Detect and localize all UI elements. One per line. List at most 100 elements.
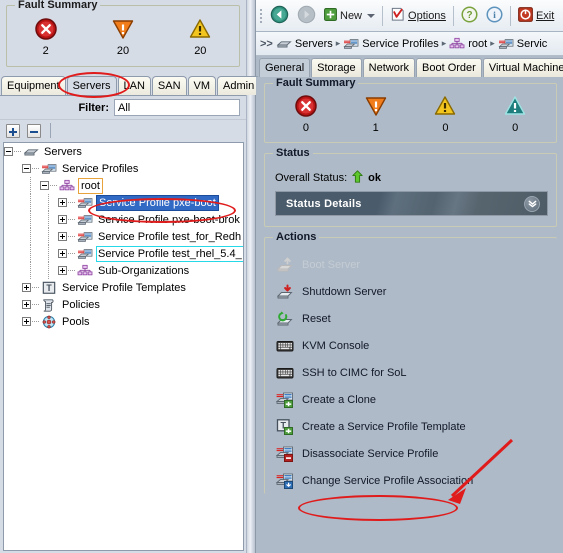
tree-indent (22, 194, 40, 211)
toolbar-grip[interactable] (258, 7, 264, 25)
tree-item-service-profile-pxe-boot-brok[interactable]: Service Profile pxe-boot-brok (4, 211, 243, 228)
tab-storage[interactable]: Storage (311, 58, 362, 77)
exit-button[interactable]: Exit (514, 5, 558, 27)
toolbar-separator-2 (452, 5, 454, 26)
right-fault-warning-count: 0 (512, 122, 519, 134)
status-details-bar[interactable]: Status Details (275, 191, 548, 216)
chevron-down-icon[interactable] (524, 195, 540, 212)
right-fault-warning[interactable]: 0 (480, 94, 550, 134)
filter-input[interactable] (114, 99, 240, 116)
right-fault-major[interactable]: 1 (341, 94, 411, 134)
tab-equipment[interactable]: Equipment (1, 76, 66, 95)
tree-expand-icon[interactable] (58, 266, 67, 275)
service-profile-icon (40, 162, 57, 176)
tree-indent (22, 245, 40, 262)
tree-item-policies[interactable]: Policies (4, 296, 243, 313)
action-label: Change Service Profile Association (302, 474, 474, 487)
action-boot-server: Boot Server (275, 251, 551, 278)
tree-connector (32, 279, 40, 296)
breadcrumb-prefix[interactable]: >> (260, 38, 273, 50)
info-button[interactable]: i (482, 4, 507, 28)
tree-item-label: Policies (62, 298, 100, 311)
left-fault-minor[interactable]: 20 (162, 17, 239, 57)
tree-expand-icon[interactable] (58, 232, 67, 241)
breadcrumb-segment[interactable]: Servic (498, 37, 547, 51)
tab-lan[interactable]: LAN (117, 76, 151, 95)
action-change-service-profile-association[interactable]: Change Service Profile Association (275, 467, 551, 494)
forward-button (293, 3, 320, 29)
action-create-a-clone[interactable]: Create a Clone (275, 386, 551, 413)
tree-expand-icon[interactable] (22, 317, 31, 326)
new-button[interactable]: New (320, 6, 379, 26)
options-icon (390, 7, 405, 25)
tab-vm[interactable]: VM (187, 76, 217, 95)
help-icon: ? (461, 5, 478, 26)
tree-item-root[interactable]: root (4, 177, 243, 194)
tree-collapse-icon[interactable] (22, 164, 31, 173)
tree-expand-icon[interactable] (22, 283, 31, 292)
action-shutdown-server[interactable]: Shutdown Server (275, 278, 551, 305)
tree-connector (32, 160, 40, 177)
tree-item-sub-organizations[interactable]: Sub-Organizations (4, 262, 243, 279)
tab-virtual-machines[interactable]: Virtual Machines (482, 58, 563, 77)
left-fault-critical[interactable]: 2 (7, 17, 84, 57)
right-fault-minor[interactable]: 0 (411, 94, 481, 134)
help-button[interactable]: ? (457, 4, 482, 28)
breadcrumb-label: root (468, 37, 488, 50)
org-icon (449, 37, 465, 51)
navigation-tree[interactable]: Servers Service Profiles root Service Profi… (3, 142, 244, 551)
status-group-title: Status (273, 147, 313, 159)
tab-admin[interactable]: Admin (217, 76, 261, 95)
action-create-a-service-profile-template[interactable]: T Create a Service Profile Template (275, 413, 551, 440)
tree-connector (32, 296, 40, 313)
tab-servers[interactable]: Servers (66, 76, 117, 95)
tree-item-pools[interactable]: Pools (4, 313, 243, 330)
tree-item-label: root (78, 177, 103, 194)
ucs-manager-window: Fault Summary 2 20 20 Equipment Servers … (0, 0, 563, 553)
right-fault-critical[interactable]: 0 (271, 94, 341, 134)
tree-toolbar (0, 119, 246, 141)
tree-item-label: Service Profile pxe-boot (96, 194, 219, 211)
action-kvm-console[interactable]: KVM Console (275, 332, 551, 359)
breadcrumb-segment[interactable]: root (449, 37, 487, 51)
tree-expand-icon[interactable] (58, 215, 67, 224)
back-button[interactable] (266, 3, 293, 29)
tree-indent (22, 211, 40, 228)
breadcrumb-segment[interactable]: Service Profiles (343, 37, 439, 51)
action-ssh-to-cimc-for-sol[interactable]: SSH to CIMC for SoL (275, 359, 551, 386)
expand-all-button[interactable] (6, 123, 20, 138)
chevron-down-icon[interactable] (367, 13, 376, 18)
action-disassociate-service-profile[interactable]: Disassociate Service Profile (275, 440, 551, 467)
tree-item-label: Pools (62, 315, 90, 328)
tree-collapse-icon[interactable] (4, 147, 13, 156)
tab-boot-order[interactable]: Boot Order (416, 58, 482, 77)
tree-indent (40, 262, 58, 279)
left-tab-strip: Equipment Servers LAN SAN VM Admin (1, 73, 261, 95)
left-fault-major[interactable]: 20 (84, 17, 161, 57)
tree-item-service-profile-templates[interactable]: T Service Profile Templates (4, 279, 243, 296)
collapse-all-button[interactable] (27, 123, 41, 138)
tab-general[interactable]: General (259, 58, 311, 77)
tree-item-service-profile-pxe-boot[interactable]: Service Profile pxe-boot (4, 194, 243, 211)
tree-item-servers[interactable]: Servers (4, 143, 243, 160)
tree-expand-icon[interactable] (22, 300, 31, 309)
options-button[interactable]: Options (386, 5, 450, 27)
action-label: Create a Clone (302, 393, 376, 406)
tree-connector (14, 143, 22, 160)
tree-item-service-profiles[interactable]: Service Profiles (4, 160, 243, 177)
tree-item-service-profile-test-rhel-5-4[interactable]: Service Profile test_rhel_5.4_ (4, 245, 243, 262)
tab-san[interactable]: SAN (151, 76, 187, 95)
back-arrow-icon (270, 5, 289, 27)
tab-network[interactable]: Network (362, 58, 416, 77)
tree-item-service-profile-test-for-redh[interactable]: Service Profile test_for_Redh (4, 228, 243, 245)
tree-expand-icon[interactable] (58, 198, 67, 207)
tree-collapse-icon[interactable] (40, 181, 49, 190)
content-toolbar: New Options ? i Exit (256, 0, 563, 32)
action-label: SSH to CIMC for SoL (302, 366, 407, 379)
breadcrumb-segment[interactable]: Servers (276, 37, 333, 51)
action-reset[interactable]: Reset (275, 305, 551, 332)
tree-expand-icon[interactable] (58, 249, 67, 258)
